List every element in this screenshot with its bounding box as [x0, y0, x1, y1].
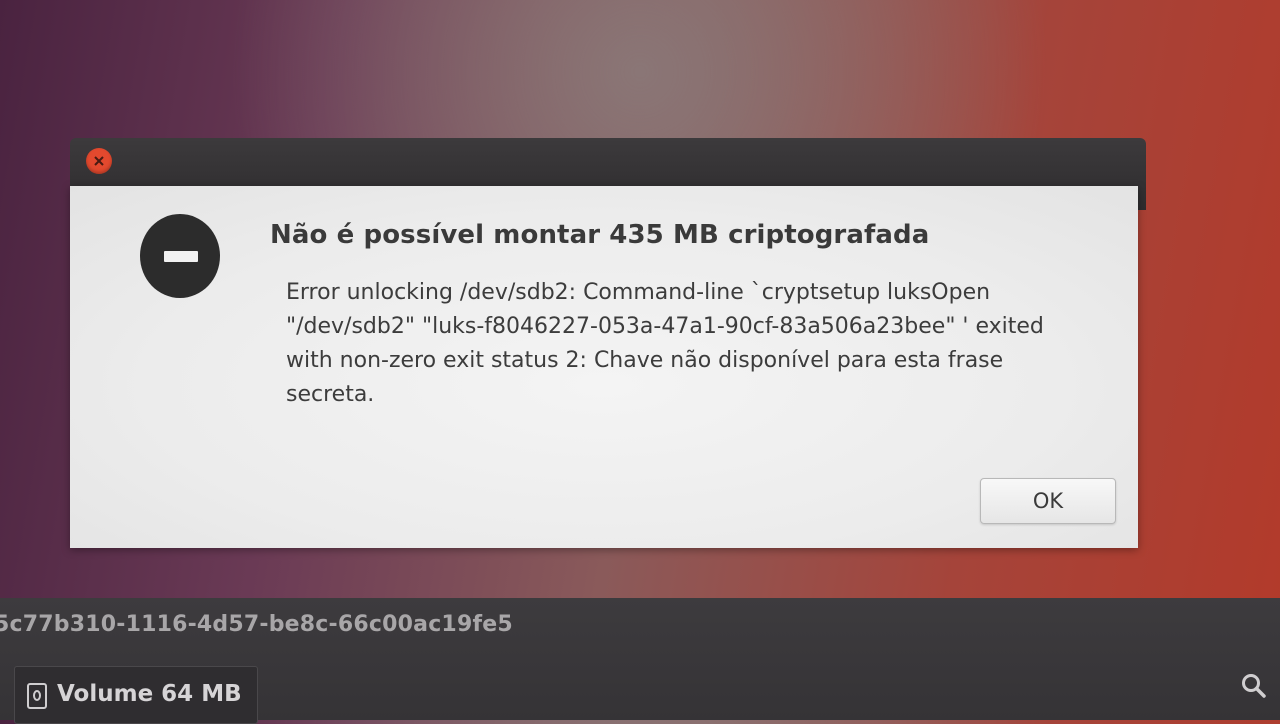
error-icon [140, 214, 220, 298]
volume-item[interactable]: Volume 64 MB [14, 666, 258, 724]
dialog-message: Error unlocking /dev/sdb2: Command-line … [286, 280, 1044, 407]
search-icon[interactable] [1240, 672, 1268, 700]
volume-label: Volume 64 MB [57, 681, 242, 707]
close-icon[interactable] [86, 148, 112, 174]
device-uuid-label: 5c77b310-1116-4d57-be8c-66c00ac19fe5 [0, 612, 513, 637]
dialog-title: Não é possível montar 435 MB criptografa… [270, 220, 930, 250]
error-dialog: Não é possível montar 435 MB criptografa… [70, 186, 1138, 548]
ok-button[interactable]: OK [980, 478, 1116, 524]
error-icon-bar [164, 251, 198, 262]
drive-icon [27, 683, 47, 709]
